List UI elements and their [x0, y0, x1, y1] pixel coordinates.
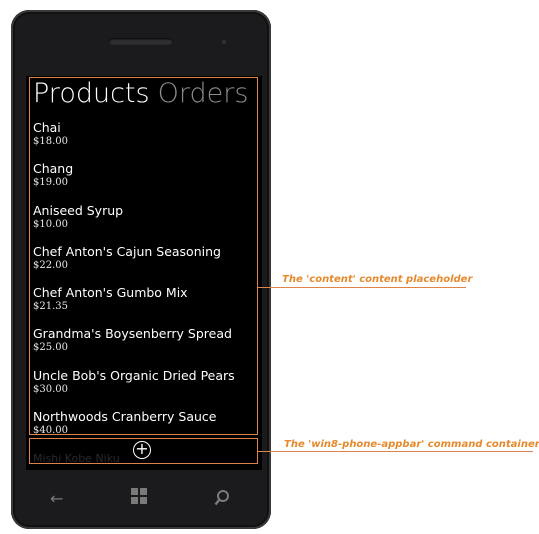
- add-icon[interactable]: +: [133, 441, 151, 459]
- product-name: Chef Anton's Gumbo Mix: [33, 285, 188, 301]
- list-item[interactable]: Chai $18.00: [33, 120, 258, 161]
- phone-speaker: [109, 38, 173, 45]
- product-name: Chang: [33, 161, 74, 177]
- pivot-header: Products OrdersS: [33, 78, 258, 114]
- product-name: Uncle Bob's Organic Dried Pears: [33, 367, 235, 383]
- product-list: Chai $18.00 Chang $19.00 Aniseed Syrup $…: [33, 120, 258, 450]
- product-price: $40.00: [33, 425, 68, 437]
- product-name: Grandma's Boysenberry Spread: [33, 326, 232, 342]
- list-item[interactable]: Chang $19.00: [33, 161, 258, 202]
- list-item[interactable]: Aniseed Syrup $10.00: [33, 203, 258, 244]
- list-item[interactable]: Grandma's Boysenberry Spread $25.00: [33, 326, 258, 367]
- pivot-tab-next[interactable]: S: [256, 78, 258, 109]
- product-price: $25.00: [33, 342, 68, 354]
- appbar-callout-line: [258, 451, 533, 452]
- appbar-ghost-text: Mishi Kobe Niku: [33, 452, 120, 465]
- product-name: Chef Anton's Cajun Seasoning: [33, 243, 221, 259]
- product-price: $18.00: [33, 136, 68, 147]
- product-name: Chai: [33, 120, 61, 135]
- back-arrow-icon[interactable]: ←: [50, 489, 63, 508]
- product-price: $19.00: [33, 177, 68, 189]
- product-price: $22.00: [33, 259, 68, 271]
- product-price: $21.35: [33, 301, 68, 313]
- pivot-tab-products[interactable]: Products: [33, 78, 150, 109]
- content-callout-line: [258, 287, 466, 288]
- product-price: $10.00: [33, 218, 68, 230]
- search-icon[interactable]: [214, 489, 230, 511]
- list-item[interactable]: Chef Anton's Gumbo Mix $21.35: [33, 285, 258, 326]
- product-name: Northwoods Cranberry Sauce: [33, 409, 217, 425]
- pivot-tab-orders[interactable]: Orders: [158, 78, 249, 109]
- list-item[interactable]: Uncle Bob's Organic Dried Pears $30.00: [33, 368, 258, 409]
- appbar-callout-label: The 'win8-phone-appbar' command containe…: [284, 439, 539, 450]
- content-callout-label: The 'content' content placeholder: [282, 274, 473, 285]
- windows-start-icon[interactable]: [131, 488, 148, 505]
- product-price: $30.00: [33, 383, 68, 395]
- list-item[interactable]: Chef Anton's Cajun Seasoning $22.00: [33, 244, 258, 285]
- phone-camera: [222, 40, 226, 44]
- product-name: Aniseed Syrup: [33, 202, 124, 218]
